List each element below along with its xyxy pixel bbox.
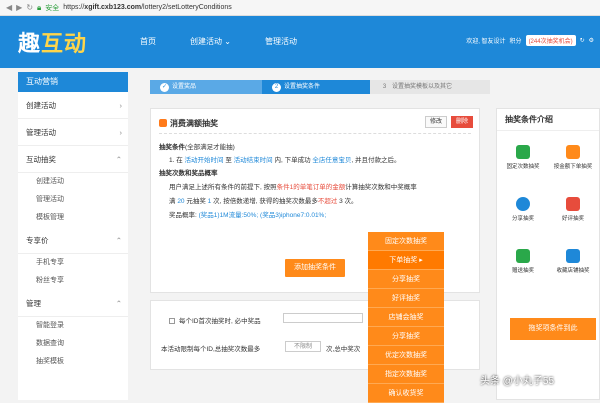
chevron-right-icon: ›	[119, 128, 123, 137]
watermark: 头条 @小丸子55	[480, 376, 555, 387]
sidebar-item-create[interactable]: 创建活动 ›	[18, 92, 128, 119]
edit-button[interactable]: 修改	[425, 116, 447, 128]
gift-icon	[159, 119, 167, 127]
sidebar-subitem[interactable]: 创建活动	[18, 173, 128, 191]
step-indicator: ✓ 设置奖品 2 设置抽奖条件 3 设置抽奖模板以及其它	[150, 80, 490, 94]
chevron-right-icon: ›	[119, 101, 123, 110]
url-text[interactable]: https://xgift.cxb123.com/lottery2/setLot…	[63, 4, 232, 11]
sidebar: 互动营销 创建活动 › 管理活动 › 互动抽奖 ⌃ 创建活动 管理活动 模板管理 专享…	[18, 72, 128, 400]
refresh-icon[interactable]: ↻	[580, 37, 585, 44]
panel-title: 抽奖条件介绍	[497, 109, 599, 131]
nav-create-activity[interactable]: 创建活动 ⌄	[190, 36, 231, 47]
forward-icon[interactable]: ▶	[16, 3, 22, 12]
limit-label: 本活动限制每个ID,总抽奖次数最多	[161, 346, 261, 353]
bag-icon	[566, 145, 580, 159]
menu-item[interactable]: 指定次数抽奖	[368, 365, 444, 384]
sidebar-item-manage[interactable]: 管理活动 ›	[18, 119, 128, 146]
logo[interactable]: 趣互动	[18, 26, 87, 58]
sidebar-subitem[interactable]: 粉丝专享	[18, 272, 128, 290]
rule-2: 满 20 元抽奖 1 次, 按倍数递增, 获得的抽奖次数最多不超过 3 次。	[169, 198, 358, 205]
step-1[interactable]: ✓ 设置奖品	[150, 80, 262, 94]
lock-icon	[516, 145, 530, 159]
settings-icon[interactable]: ⚙	[589, 37, 594, 44]
sidebar-item-lottery[interactable]: 互动抽奖 ⌃	[18, 146, 128, 173]
drag-drop-target[interactable]: 拖奖项条件到此	[510, 318, 596, 340]
menu-item[interactable]: 好评抽奖	[368, 289, 444, 308]
chevron-up-icon: ⌃	[115, 236, 122, 245]
address-bar[interactable]: ◀ ▶ ↻ 🔒︎ 安全 https://xgift.cxb123.com/lot…	[0, 0, 600, 16]
conditions-heading: 抽奖条件(全部满足才能抽)	[159, 144, 235, 151]
share-icon	[516, 197, 530, 211]
back-icon[interactable]: ◀	[6, 3, 12, 12]
condition-intro-panel: 抽奖条件介绍 固定次数抽奖 按金额下单抽奖 分享抽奖 好评抽奖 赠送抽奖 收藏店…	[496, 108, 600, 400]
add-condition-button[interactable]: 添加抽奖条件	[285, 259, 345, 277]
sidebar-item-exclusive[interactable]: 专享价 ⌃	[18, 227, 128, 254]
menu-item[interactable]: 分享抽奖	[368, 270, 444, 289]
nav-manage-activity[interactable]: 管理活动	[265, 36, 297, 47]
user-area: 欢迎, 智友设计 积分 (244次抽奖机会) ↻ ⚙	[466, 35, 594, 46]
credit-label: 积分	[509, 39, 522, 45]
rules-heading: 抽奖次数和奖品概率	[159, 170, 218, 177]
menu-item[interactable]: 确认收货奖	[368, 384, 444, 403]
credit-amount: (244次抽奖机会)	[525, 35, 576, 46]
prize-select[interactable]	[283, 313, 363, 323]
tile-favorite-store[interactable]: 收藏店铺抽奖	[553, 249, 593, 274]
sidebar-subitem[interactable]: 模板管理	[18, 209, 128, 227]
sidebar-subitem[interactable]: 智能登录	[18, 317, 128, 335]
menu-item[interactable]: 下单抽奖 ▸	[368, 251, 444, 270]
tile-fixed-count[interactable]: 固定次数抽奖	[503, 145, 543, 170]
rule-1: 用户满足上述所有条件的前提下, 按照条件1的单笔订单的金额计算抽奖次数和中奖概率	[169, 184, 417, 191]
tile-review[interactable]: 好评抽奖	[553, 197, 593, 222]
sidebar-subitem[interactable]: 数据查询	[18, 335, 128, 353]
sidebar-subitem[interactable]: 抽奖模板	[18, 353, 128, 371]
chevron-up-icon: ⌃	[115, 299, 122, 308]
sidebar-heading: 互动营销	[18, 72, 128, 92]
checkbox[interactable]	[169, 318, 175, 324]
top-navigation: 趣互动 首页 创建活动 ⌄ 管理活动 欢迎, 智友设计 积分 (244次抽奖机会…	[0, 16, 600, 68]
store-icon	[566, 249, 580, 263]
flower-icon	[566, 197, 580, 211]
step-2[interactable]: 2 设置抽奖条件	[262, 80, 370, 94]
prize-probability: 奖品概率: (奖品1)1M流量:50%; (奖品3)iphone7:0.01%;	[169, 212, 327, 219]
sidebar-item-admin[interactable]: 管理 ⌃	[18, 290, 128, 317]
tile-order-amount[interactable]: 按金额下单抽奖	[553, 145, 593, 170]
chevron-up-icon: ⌃	[115, 155, 122, 164]
condition-1: 1. 在 活动开始时间 至 活动结束时间 内, 下单成功 全店任意宝贝, 并且付…	[169, 157, 401, 164]
menu-item[interactable]: 优定次数抽奖	[368, 346, 444, 365]
tile-gift[interactable]: 赠送抽奖	[503, 249, 543, 274]
gift-icon	[516, 249, 530, 263]
step-3[interactable]: 3 设置抽奖模板以及其它	[370, 80, 490, 94]
secure-label: 安全	[45, 4, 60, 12]
limit-suffix: 次,总中奖次	[326, 346, 361, 353]
limit-input[interactable]: 不限制	[285, 341, 321, 352]
reload-icon[interactable]: ↻	[26, 3, 33, 12]
card-title: 消费满额抽奖	[159, 118, 218, 129]
divider	[159, 133, 471, 134]
condition-dropdown: 固定次数抽奖 下单抽奖 ▸ 分享抽奖 好评抽奖 店铺会抽奖 分享抽奖 优定次数抽…	[368, 232, 444, 403]
menu-item[interactable]: 固定次数抽奖	[368, 232, 444, 251]
first-draw-option[interactable]: 每个ID首次抽奖时, 必中奖品	[169, 315, 261, 325]
lock-icon: 🔒︎	[37, 2, 42, 12]
sidebar-subitem[interactable]: 管理活动	[18, 191, 128, 209]
nav-home[interactable]: 首页	[140, 36, 156, 47]
tile-share[interactable]: 分享抽奖	[503, 197, 543, 222]
sidebar-subitem[interactable]: 手机专享	[18, 254, 128, 272]
delete-button[interactable]: 删除	[451, 116, 473, 128]
menu-item[interactable]: 分享抽奖	[368, 327, 444, 346]
user-greeting[interactable]: 欢迎, 智友设计	[466, 36, 505, 45]
menu-item[interactable]: 店铺会抽奖	[368, 308, 444, 327]
